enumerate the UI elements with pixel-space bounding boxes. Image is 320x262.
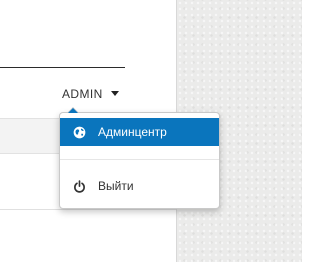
menu-item-label: Админцентр xyxy=(98,125,167,139)
user-name-label: ADMIN xyxy=(62,87,103,101)
power-icon xyxy=(72,179,86,193)
menu-item-admincenter[interactable]: Админцентр xyxy=(60,118,219,146)
header-divider xyxy=(0,67,125,68)
menu-item-logout[interactable]: Выйти xyxy=(60,172,219,200)
content-divider xyxy=(0,209,176,210)
menu-item-label: Выйти xyxy=(98,179,134,193)
caret-down-icon xyxy=(110,90,119,96)
user-dropdown-menu: Админцентр Выйти xyxy=(59,107,220,209)
globe-icon xyxy=(72,125,86,139)
menu-divider xyxy=(60,159,219,160)
user-menu-toggle[interactable]: ADMIN xyxy=(62,85,119,103)
